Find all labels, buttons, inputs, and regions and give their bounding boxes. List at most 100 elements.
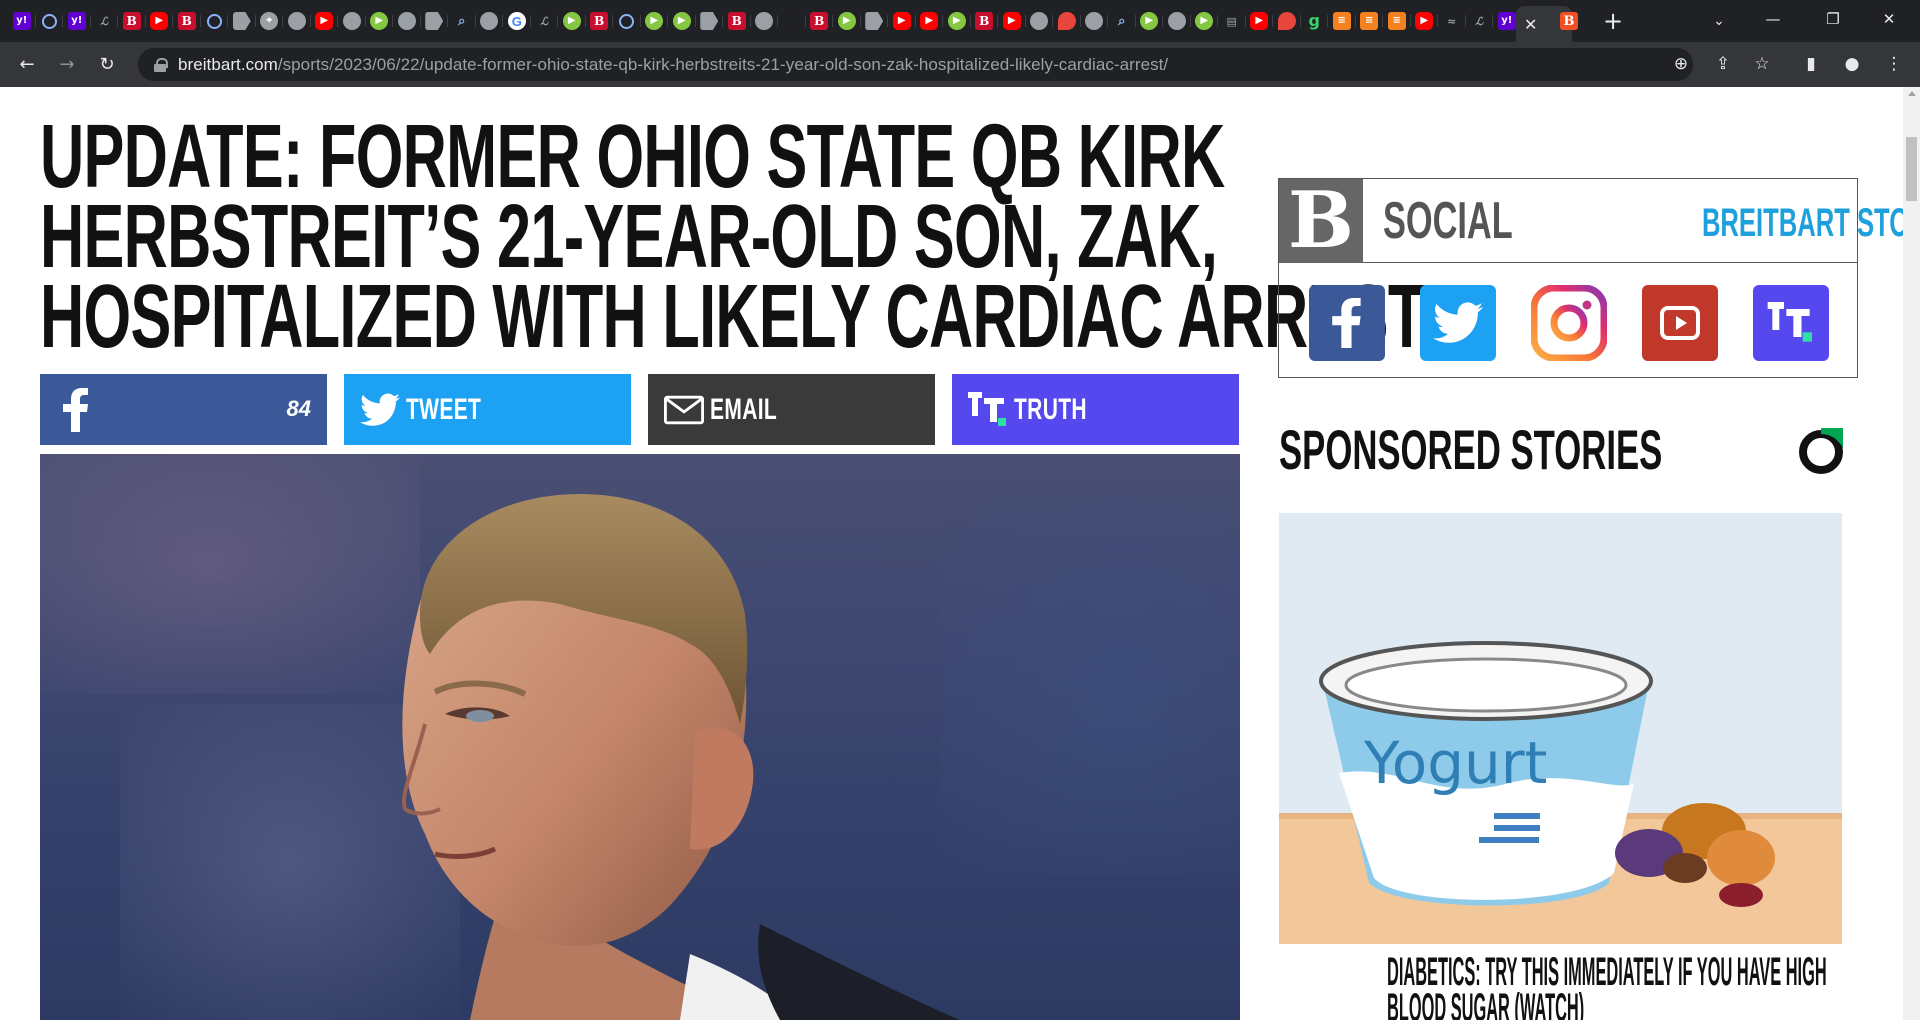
pinned-tab[interactable]: ▶	[668, 6, 696, 36]
pinned-tab[interactable]: B	[173, 6, 201, 36]
truth-social-icon[interactable]	[1753, 285, 1829, 361]
breitbart-store-link[interactable]: BREITBART STORE >	[1702, 201, 1920, 245]
outbrain-logo-icon[interactable]	[1795, 424, 1847, 476]
globe-icon	[1167, 12, 1186, 30]
pinned-tab[interactable]: ▶	[1191, 6, 1219, 36]
pinned-tab[interactable]: ⌕	[448, 6, 476, 36]
youtube-icon[interactable]	[1642, 285, 1718, 361]
minimize-icon[interactable]: —	[1750, 0, 1796, 38]
pinned-tab[interactable]	[201, 6, 229, 36]
pinned-tab[interactable]: ≡	[1328, 6, 1356, 36]
pinned-tab[interactable]	[778, 6, 806, 36]
restore-icon[interactable]: ❐	[1810, 0, 1856, 38]
pinned-tab[interactable]: ⌖	[256, 6, 284, 36]
pinned-tab[interactable]: B	[971, 6, 999, 36]
back-icon[interactable]: ←	[12, 49, 42, 79]
zoom-icon[interactable]: ⊕	[1667, 50, 1695, 78]
ad-headline-line[interactable]: DIABETICS: TRY THIS IMMEDIATELY IF YOU H…	[1387, 952, 1827, 992]
yahoo-icon: y!	[1497, 12, 1516, 30]
scroll-up-icon[interactable]	[1908, 91, 1916, 96]
pinned-tab[interactable]: ≡	[1383, 6, 1411, 36]
pinned-tab[interactable]: ℒ	[531, 6, 559, 36]
forward-icon[interactable]: →	[52, 49, 82, 79]
pinned-tab[interactable]: ℒ	[1466, 6, 1494, 36]
pinned-tab[interactable]: G	[503, 6, 531, 36]
pinned-tab[interactable]: ⌕	[1108, 6, 1136, 36]
pinned-tab[interactable]: ≈	[1438, 6, 1466, 36]
pinned-tab[interactable]: ▶	[1246, 6, 1274, 36]
pinned-tab[interactable]: ▶	[998, 6, 1026, 36]
pinned-tab[interactable]: ▶	[558, 6, 586, 36]
pinned-tab[interactable]	[421, 6, 449, 36]
pinned-tab[interactable]: g	[1301, 6, 1329, 36]
pinned-tab[interactable]: ▤	[1218, 6, 1246, 36]
pinned-tab[interactable]	[613, 6, 641, 36]
facebook-share-button[interactable]: 84	[40, 374, 327, 445]
url-text[interactable]: breitbart.com/sports/2023/06/22/update-f…	[178, 55, 1168, 75]
pinned-tab[interactable]	[283, 6, 311, 36]
pinned-tab[interactable]	[751, 6, 779, 36]
instagram-icon[interactable]	[1531, 285, 1607, 361]
pinned-tab[interactable]: ≡	[1356, 6, 1384, 36]
pinned-tab[interactable]: B	[586, 6, 614, 36]
pinned-tab[interactable]: B	[118, 6, 146, 36]
pinned-tab[interactable]: ▶	[833, 6, 861, 36]
breitbart-logo[interactable]: B	[1279, 179, 1363, 263]
pinned-tab[interactable]	[338, 6, 366, 36]
menu-icon[interactable]: ⋮	[1880, 50, 1908, 78]
lock-icon[interactable]	[154, 57, 168, 72]
pinned-tab[interactable]	[36, 6, 64, 36]
pinned-tab[interactable]: ▶	[916, 6, 944, 36]
tab-search-icon[interactable]: ⌄	[1704, 6, 1734, 36]
page-scrollbar[interactable]	[1903, 87, 1920, 1020]
tweet-button[interactable]: TWEET	[344, 374, 631, 445]
twitter-icon[interactable]	[1420, 285, 1496, 361]
pinned-tab[interactable]: ▶	[888, 6, 916, 36]
pinned-tab[interactable]	[1053, 6, 1081, 36]
share-icon[interactable]: ⇪	[1709, 50, 1737, 78]
pinned-tab[interactable]	[1163, 6, 1191, 36]
pinned-tab[interactable]	[861, 6, 889, 36]
sponsored-ad-image[interactable]: Yogurt	[1279, 513, 1842, 944]
pinned-tab[interactable]: ▶	[1411, 6, 1439, 36]
truth-share-button[interactable]: TRUTH	[952, 374, 1239, 445]
pinned-tab[interactable]: y!	[8, 6, 36, 36]
breitbart-icon: B	[727, 12, 746, 30]
ad-headline-line[interactable]: BLOOD SUGAR (WATCH)	[1387, 988, 1584, 1020]
pinned-tab[interactable]: B	[723, 6, 751, 36]
scroll-thumb[interactable]	[1906, 137, 1917, 201]
pinned-tab[interactable]: B	[806, 6, 834, 36]
profile-icon[interactable]: ●	[1838, 50, 1866, 78]
pinned-tab[interactable]	[476, 6, 504, 36]
map-icon: ⌖	[260, 12, 279, 30]
pinned-tab[interactable]: ▶	[1136, 6, 1164, 36]
pinned-tab[interactable]: ▶	[311, 6, 339, 36]
address-bar[interactable]: breitbart.com/sports/2023/06/22/update-f…	[138, 48, 1693, 81]
email-share-button[interactable]: EMAIL	[648, 374, 935, 445]
pinned-tab[interactable]: ▶	[641, 6, 669, 36]
pinned-tab[interactable]	[1026, 6, 1054, 36]
pinned-tab[interactable]: ▶	[146, 6, 174, 36]
pinned-tab[interactable]	[1273, 6, 1301, 36]
pinned-tab[interactable]: y!	[63, 6, 91, 36]
pinned-tab[interactable]	[1081, 6, 1109, 36]
facebook-icon[interactable]	[1309, 285, 1385, 361]
close-window-icon[interactable]: ✕	[1866, 0, 1912, 38]
brave-tab-icon[interactable]: B	[1560, 12, 1578, 30]
sponsored-ad-headline[interactable]: DIABETICS: TRY THIS IMMEDIATELY IF YOU H…	[1279, 952, 1879, 1020]
pinned-tab[interactable]: ▶	[366, 6, 394, 36]
pinned-tab[interactable]: ℒ	[91, 6, 119, 36]
pinned-tabs: y! y! ℒ B ▶ B ⌖ ▶ ▶ ⌕ G ℒ ▶ B ▶ ▶ B B ▶ ▶ ▶ ▶ B ▶ ⌕ ▶ ▶ ▤ ▶ g ≡ ≡ ≡ ▶ ≈ ℒy!	[8, 6, 1521, 36]
reload-icon[interactable]: ↻	[92, 49, 122, 79]
pinned-tab[interactable]: ▶	[943, 6, 971, 36]
dark-icon	[782, 12, 801, 30]
pinned-tab[interactable]	[228, 6, 256, 36]
close-tab-icon[interactable]: ✕	[1524, 15, 1537, 34]
article-hero-image	[40, 454, 1240, 1020]
chart-icon: ≈	[1442, 12, 1461, 30]
pinned-tab[interactable]	[696, 6, 724, 36]
pinned-tab[interactable]	[393, 6, 421, 36]
new-tab-button[interactable]: +	[1598, 6, 1628, 36]
bookmark-star-icon[interactable]: ☆	[1748, 50, 1776, 78]
side-panel-icon[interactable]: ▮	[1797, 50, 1825, 78]
